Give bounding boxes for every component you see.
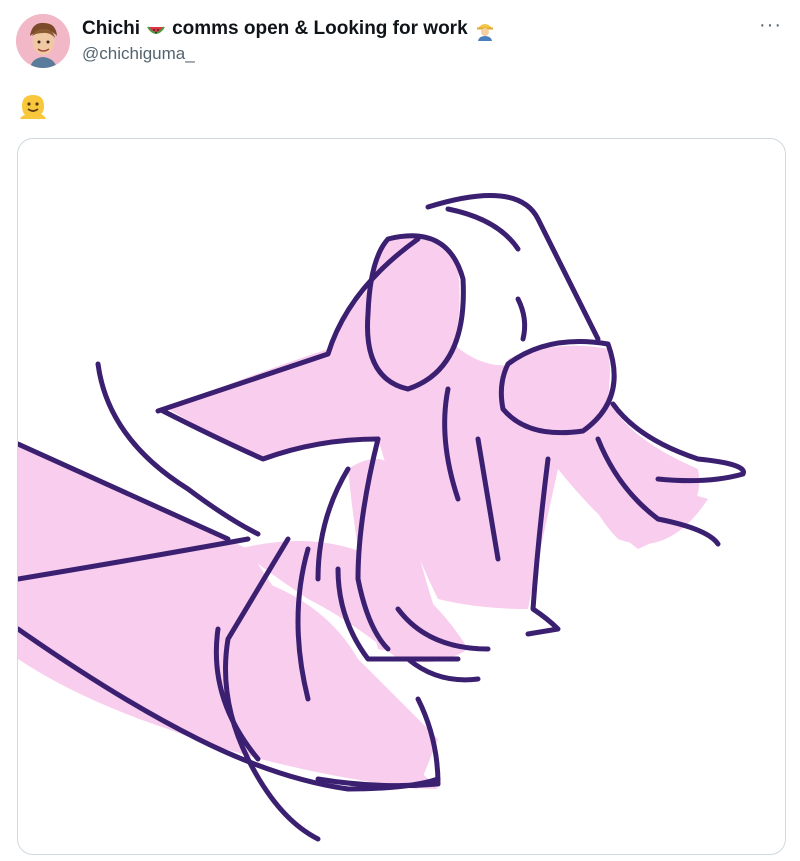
worker-icon [474,19,494,41]
author-names: Chichi comms open & Looking for work @ch… [82,16,494,64]
avatar[interactable] [16,14,70,68]
tweet: Chichi comms open & Looking for work @ch… [0,0,800,861]
watermelon-icon [146,19,166,39]
sketch-image [18,192,746,842]
author-handle[interactable]: @chichiguma_ [82,44,494,64]
melting-face-icon [18,92,48,122]
tweet-media[interactable] [17,138,786,855]
display-name-suffix: comms open & Looking for work [172,18,468,39]
avatar-image [16,14,70,68]
more-icon[interactable]: ··· [759,14,782,37]
display-name-text: Chichi [82,18,141,39]
display-name[interactable]: Chichi comms open & Looking for work [82,16,494,42]
